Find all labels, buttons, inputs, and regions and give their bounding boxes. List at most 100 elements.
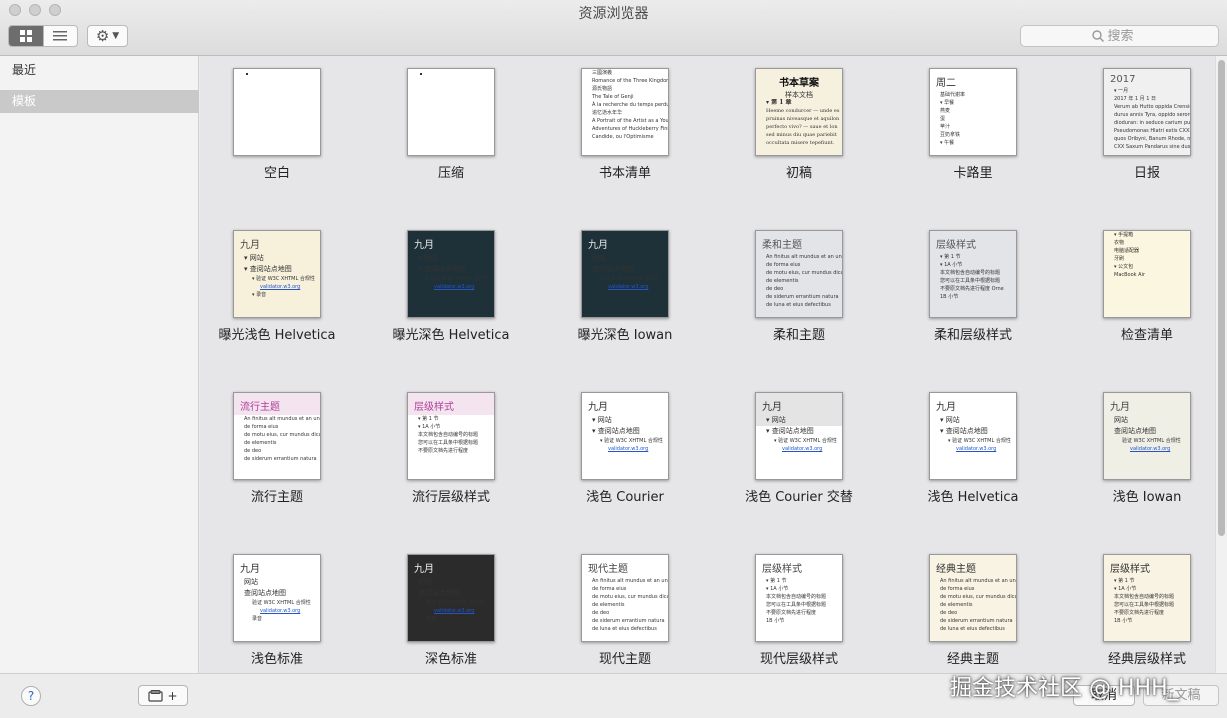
thumbnail-line: ▾ 1A 小节 bbox=[1114, 586, 1137, 592]
thumbnail-dot bbox=[420, 73, 422, 75]
template-grid-inner: 空白 压缩 三國演義 Romance of the Three Kingdoms 源氏物… bbox=[200, 56, 1215, 673]
thumbnail-line: 验证 W3C XHTML 合规性 bbox=[600, 276, 659, 282]
thumbnail-heading: 周二 bbox=[936, 78, 956, 89]
template-thumbnail: 流行主题 An finitus alt mundus et an unus de f… bbox=[233, 392, 321, 480]
template-thumbnail: 九月 网站 查阅站点地图 验证 W3C XHTML 合规性 validator.w3.o… bbox=[407, 554, 495, 642]
thumbnail-line: 查阅站点地图 bbox=[418, 589, 460, 597]
thumbnail-line: de siderum errantium natura bbox=[592, 618, 665, 624]
thumbnail-line: de forma eius bbox=[766, 262, 801, 268]
thumbnail-line: 样本文档 bbox=[785, 91, 813, 99]
template-label: 浅色标准 bbox=[250, 652, 303, 667]
thumbnail-line: 追忆逝水年华 bbox=[592, 110, 623, 116]
template-item[interactable]: 九月 网站 查阅站点地图 验证 W3C XHTML 合规性 validator.w3.o… bbox=[1070, 380, 1215, 510]
template-item[interactable]: 九月 ▾ 网站 ▾ 查阅站点地图 ▾ 验证 W3C XHTML 合规性 validato… bbox=[548, 380, 708, 510]
thumbnail-line: ▾ 午餐 bbox=[940, 140, 955, 146]
template-item[interactable]: 九月 网站 查阅站点地图 验证 W3C XHTML 合规性 validator.w3.o… bbox=[200, 542, 360, 672]
template-thumbnail: 现代主题 An finitus alt mundus et an unus de f… bbox=[581, 554, 669, 642]
sidebar-item-recent[interactable]: 最近 bbox=[0, 59, 199, 82]
thumbnail-line: de siderum errantium natura bbox=[940, 618, 1013, 624]
template-label: 检查清单 bbox=[1120, 328, 1173, 343]
template-item[interactable]: 九月 网站 查阅站点地图 验证 W3C XHTML 合规性 validator.w3.o… bbox=[374, 542, 534, 672]
template-item[interactable]: 层级样式 ▾ 第 1 节 ▾ 1A 小节 本文档包含自动编号的标题 您可以在工具条中根据… bbox=[1070, 542, 1215, 672]
template-item[interactable]: 九月 ▾ 网站 ▾ 查阅站点地图 ▾ 验证 W3C XHTML 合规性 validato… bbox=[722, 380, 882, 510]
thumbnail-heading: 2017 bbox=[1110, 74, 1136, 85]
thumbnail-line: ▾ 公文包 bbox=[1114, 264, 1134, 270]
template-item[interactable]: 三國演義 Romance of the Three Kingdoms 源氏物語 The… bbox=[548, 56, 708, 186]
thumbnail-line: sed minus diu quae pariebit bbox=[766, 132, 837, 138]
help-button[interactable]: ? bbox=[21, 686, 41, 706]
template-item[interactable]: 书本草案 样本文档 ▾ 第 1 章 Heeme condurcer — unde es… bbox=[722, 56, 882, 186]
template-label: 卡路里 bbox=[953, 166, 993, 181]
window-title: 资源浏览器 bbox=[578, 6, 649, 22]
thumbnail-heading: 经典主题 bbox=[936, 564, 976, 575]
action-menu-button[interactable]: ⚙ ▼ bbox=[87, 25, 128, 47]
template-item[interactable]: 流行主题 An finitus alt mundus et an unus de f… bbox=[200, 380, 360, 510]
thumbnail-line: de forma eius bbox=[244, 424, 279, 430]
template-thumbnail: 2017 ▾ 一月 2017 年 1 月 1 日 Verum ab Hutto opp… bbox=[1103, 68, 1191, 156]
add-template-button[interactable]: + bbox=[138, 685, 188, 706]
template-item[interactable]: 九月 ▾ 网站 ▾ 查阅站点地图 ▾ 验证 W3C XHTML 合规性 validato… bbox=[200, 218, 360, 348]
template-thumbnail: 九月 网站 查阅站点地图 验证 W3C XHTML 合规性 validator.w3.o… bbox=[1103, 392, 1191, 480]
thumbnail-line: ▾ 第 1 章 bbox=[766, 99, 792, 106]
template-item[interactable]: 九月 ▾ 网站 ▾ 查阅站点地图 ▾ 验证 W3C XHTML 合规性 validato… bbox=[896, 380, 1056, 510]
search-icon bbox=[1091, 30, 1104, 42]
template-item[interactable]: 现代主题 An finitus alt mundus et an unus de f… bbox=[548, 542, 708, 672]
thumbnail-line: Verum ab Hutto oppida Crensio bbox=[1114, 104, 1190, 110]
template-thumbnail: 九月 ▾ 网站 ▾ 查阅站点地图 ▾ 验证 W3C XHTML 合规性 validato… bbox=[233, 230, 321, 318]
thumbnail-heading: 九月 bbox=[588, 240, 608, 251]
thumbnail-line: ▾ 早餐 bbox=[940, 100, 955, 106]
grid-view-button[interactable] bbox=[9, 26, 43, 46]
thumbnail-line: ▾ 1A 小节 bbox=[418, 424, 441, 430]
template-item[interactable]: 九月 ▾ 网站 ▾ 查阅站点地图 ▾ 验证 W3C XHTML 合规性 validato… bbox=[374, 218, 534, 348]
thumbnail-line: de elementis bbox=[940, 602, 973, 608]
template-item[interactable]: 空白 bbox=[200, 56, 360, 186]
thumbnail-line: MacBook Air bbox=[1114, 272, 1146, 278]
title-bar: 资源浏览器 ⚙ ▼ bbox=[0, 0, 1227, 56]
thumbnail-line: validator.w3.org bbox=[608, 284, 649, 290]
thumbnail-line: de elementis bbox=[766, 278, 799, 284]
thumbnail-line: ▾ 录音 bbox=[252, 292, 267, 298]
template-item[interactable]: 九月 网站 查阅站点地图 验证 W3C XHTML 合规性 validator.w3.o… bbox=[548, 218, 708, 348]
thumbnail-line: 验证 W3C XHTML 合规性 bbox=[252, 600, 311, 606]
thumbnail-line: 您可以在工具条中根据标题 bbox=[766, 602, 827, 608]
template-thumbnail: 周二 基础代谢率 ▾ 早餐 燕麦蛋苹汁 豆奶拿铁 ▾ 午餐 bbox=[929, 68, 1017, 156]
sidebar: 最近 模板 bbox=[0, 56, 199, 673]
template-grid: 空白 压缩 三國演義 Romance of the Three Kingdoms 源氏物… bbox=[200, 56, 1215, 673]
template-label: 浅色 Helvetica bbox=[927, 490, 1019, 505]
template-label: 书本清单 bbox=[598, 166, 651, 181]
template-item[interactable]: 2017 ▾ 一月 2017 年 1 月 1 日 Verum ab Hutto opp… bbox=[1070, 56, 1215, 186]
scrollbar-thumb[interactable] bbox=[1218, 60, 1225, 536]
template-item[interactable]: 柔和主题 An finitus alt mundus et an unus de f… bbox=[722, 218, 882, 348]
thumbnail-line: 1B 小节 bbox=[940, 294, 959, 300]
thumbnail-line: validator.w3.org bbox=[1130, 446, 1171, 452]
thumbnail-line: 本文档包含自动编号的标题 bbox=[766, 594, 827, 600]
thumbnail-line: 您可以在工具条中根据标题 bbox=[418, 440, 479, 446]
thumbnail-line: 录音 bbox=[426, 616, 437, 622]
thumbnail-line: 基础代谢率 bbox=[940, 92, 966, 98]
thumbnail-line: pruinas niveasque et aquilon bbox=[766, 116, 840, 122]
vertical-scrollbar[interactable] bbox=[1215, 56, 1227, 673]
template-item[interactable]: 层级样式 ▾ 第 1 节 ▾ 1A 小节 本文档包含自动编号的标题 您可以在工具条中根据… bbox=[374, 380, 534, 510]
search-input[interactable] bbox=[1107, 28, 1148, 44]
template-item[interactable]: 周二 基础代谢率 ▾ 早餐 燕麦蛋苹汁 豆奶拿铁 ▾ 午餐 卡路里 bbox=[896, 56, 1056, 186]
list-view-button[interactable] bbox=[42, 26, 78, 46]
thumbnail-line: ▾ 查阅站点地图 bbox=[244, 265, 292, 273]
sidebar-item-templates[interactable]: 模板 bbox=[0, 90, 199, 113]
thumbnail-line: 录音 bbox=[252, 616, 263, 622]
search-field[interactable] bbox=[1020, 25, 1219, 47]
thumbnail-line: Heeme condurcer — unde es bbox=[766, 108, 840, 114]
thumbnail-line: de motu eius, cur mundus dicatur bbox=[592, 594, 668, 600]
template-item[interactable]: 经典主题 An finitus alt mundus et an unus de f… bbox=[896, 542, 1056, 672]
template-thumbnail: 九月 ▾ 网站 ▾ 查阅站点地图 ▾ 验证 W3C XHTML 合规性 validato… bbox=[581, 392, 669, 480]
template-item[interactable]: 压缩 bbox=[374, 56, 534, 186]
thumbnail-line: ▾ 验证 W3C XHTML 合规性 bbox=[252, 276, 315, 282]
thumbnail-line: 蛋 bbox=[940, 116, 946, 122]
thumbnail-line: de motu eius, cur mundus dicatur bbox=[766, 270, 842, 276]
template-item[interactable]: 层级样式 ▾ 第 1 节 ▾ 1A 小节 本文档包含自动编号的标题 您可以在工具条中根据… bbox=[896, 218, 1056, 348]
template-item[interactable]: 层级样式 ▾ 第 1 节 ▾ 1A 小节 本文档包含自动编号的标题 您可以在工具条中根据… bbox=[722, 542, 882, 672]
thumbnail-line: durus annis Tyra, oppido serore bbox=[1114, 112, 1190, 118]
template-label: 柔和主题 bbox=[772, 328, 825, 343]
thumbnail-line: de motu eius, cur mundus dicatur bbox=[940, 594, 1016, 600]
template-item[interactable]: ▾ 手提箱 衣物 电脑适配器 牙刷 ▾ 公文包 MacBook Air 检查清单 bbox=[1070, 218, 1215, 348]
thumbnail-line: 本文档包含自动编号的标题 bbox=[418, 432, 479, 438]
